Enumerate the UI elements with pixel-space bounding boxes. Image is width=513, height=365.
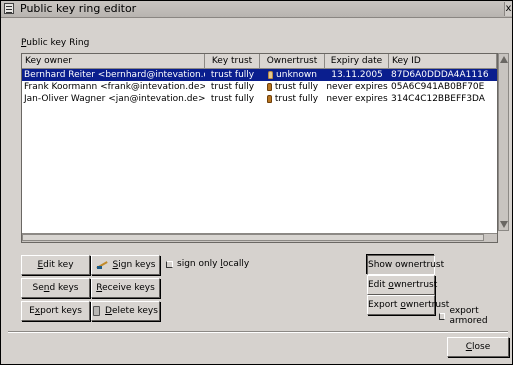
key-trust-cell: trust fully xyxy=(210,82,255,92)
key-list-header: Key owner Key trust Ownertrust Expiry da… xyxy=(22,54,497,69)
close-window-icon[interactable]: x xyxy=(504,2,512,16)
public-key-ring-label: Public key Ring xyxy=(21,38,89,48)
export-keys-button[interactable]: Export keys xyxy=(21,301,90,321)
receive-keys-button[interactable]: Receive keys xyxy=(91,278,160,298)
expiry-cell: never expires xyxy=(326,94,388,104)
key-owner-cell: Bernhard Reiter <bernhard@intevation.de> xyxy=(24,70,205,80)
edit-ownertrust-label-pre: Edit xyxy=(368,280,389,290)
close-button[interactable]: Close xyxy=(447,337,509,357)
ownertrust-text: trust fully xyxy=(274,82,319,92)
table-row[interactable]: Frank Koormann <frank@intevation.de> tru… xyxy=(22,81,497,93)
column-header-key-id[interactable]: Key ID xyxy=(389,54,497,68)
ownertrust-cell: trust fully xyxy=(260,93,325,105)
show-ownertrust-button[interactable]: Show ownertrust xyxy=(367,255,444,275)
column-header-key-trust[interactable]: Key trust xyxy=(205,54,260,68)
mnemonic-d: D xyxy=(105,306,112,316)
column-header-key-owner[interactable]: Key owner xyxy=(22,54,205,68)
group-label-text: ublic key Ring xyxy=(26,38,90,48)
trust-hand-icon xyxy=(266,83,272,91)
delete-keys-label: elete keys xyxy=(111,306,158,316)
title-bar[interactable]: Public key ring editor x xyxy=(1,1,512,18)
delete-keys-button[interactable]: Delete keys xyxy=(91,301,160,321)
ownertrust-cell: trust fully xyxy=(260,81,325,93)
window-title: Public key ring editor xyxy=(20,2,137,15)
expiry-cell: never expires xyxy=(326,82,388,92)
export-ownertrust-label-pre: Export xyxy=(368,300,401,310)
scroll-up-arrow-icon[interactable] xyxy=(500,56,508,63)
separator xyxy=(8,331,508,333)
table-row[interactable]: Bernhard Reiter <bernhard@intevation.de>… xyxy=(22,69,497,81)
key-id-cell: 87D6A0DDDA4A1116 xyxy=(391,70,489,80)
send-keys-label-pre: Se xyxy=(32,283,44,293)
public-key-ring-editor-window: Public key ring editor x Public key Ring… xyxy=(0,0,513,365)
column-header-expiry-date[interactable]: Expiry date xyxy=(325,54,389,68)
ownertrust-cell: unknown xyxy=(260,69,325,81)
label-pre: sign only xyxy=(177,259,221,269)
key-owner-cell: Jan-Oliver Wagner <jan@intevation.de> xyxy=(24,94,205,104)
key-list[interactable]: Key owner Key trust Ownertrust Expiry da… xyxy=(21,53,498,243)
close-label: lose xyxy=(472,342,491,352)
pen-icon xyxy=(96,260,108,269)
trust-hand-icon xyxy=(268,71,274,79)
sign-only-locally-label: sign only locally xyxy=(177,259,249,269)
sign-only-locally-checkbox[interactable]: sign only locally xyxy=(166,259,249,269)
table-row[interactable]: Jan-Oliver Wagner <jan@intevation.de> tr… xyxy=(22,93,497,105)
sign-keys-button[interactable]: Sign keys xyxy=(91,255,160,275)
trash-icon xyxy=(93,305,101,316)
key-trust-cell: trust fully xyxy=(210,94,255,104)
sign-keys-label: ign keys xyxy=(118,260,156,270)
edit-ownertrust-button[interactable]: Edit ownertrust xyxy=(367,275,438,295)
send-keys-label-post: d keys xyxy=(49,283,79,293)
vertical-scrollbar[interactable] xyxy=(498,53,509,231)
checkbox-indicator[interactable] xyxy=(439,312,446,320)
edit-key-label: dit key xyxy=(43,260,74,270)
key-trust-cell: trust fully xyxy=(210,70,255,80)
export-armored-label: export armored xyxy=(449,306,488,326)
ownertrust-text: trust fully xyxy=(274,94,319,104)
export-keys-label-post: port keys xyxy=(40,306,82,316)
horizontal-scrollbar[interactable] xyxy=(22,233,497,242)
send-keys-button[interactable]: Send keys xyxy=(21,278,90,298)
window-menu-icon[interactable] xyxy=(4,3,14,14)
expiry-cell: 13.11.2005 xyxy=(331,70,383,80)
ownertrust-text: unknown xyxy=(276,70,317,80)
key-rows: Bernhard Reiter <bernhard@intevation.de>… xyxy=(22,69,497,105)
column-header-ownertrust[interactable]: Ownertrust xyxy=(260,54,325,68)
label-post: ocally xyxy=(222,259,250,269)
export-ownertrust-button[interactable]: Export ownertrust xyxy=(367,295,449,315)
trust-hand-icon xyxy=(266,95,272,103)
edit-ownertrust-label-post: wnertrust xyxy=(393,280,438,290)
edit-key-button[interactable]: Edit key xyxy=(21,255,90,275)
checkbox-indicator[interactable] xyxy=(166,260,173,268)
key-id-cell: 05A6C941AB0BF70E xyxy=(391,82,485,92)
export-armored-checkbox[interactable]: export armored xyxy=(439,306,512,326)
receive-keys-label: eceive keys xyxy=(102,283,155,293)
horizontal-scroll-thumb[interactable] xyxy=(22,234,484,241)
key-owner-cell: Frank Koormann <frank@intevation.de> xyxy=(24,82,205,92)
key-id-cell: 314C4C12BBEFF3DA xyxy=(391,94,485,104)
scroll-down-arrow-icon[interactable] xyxy=(500,221,508,228)
